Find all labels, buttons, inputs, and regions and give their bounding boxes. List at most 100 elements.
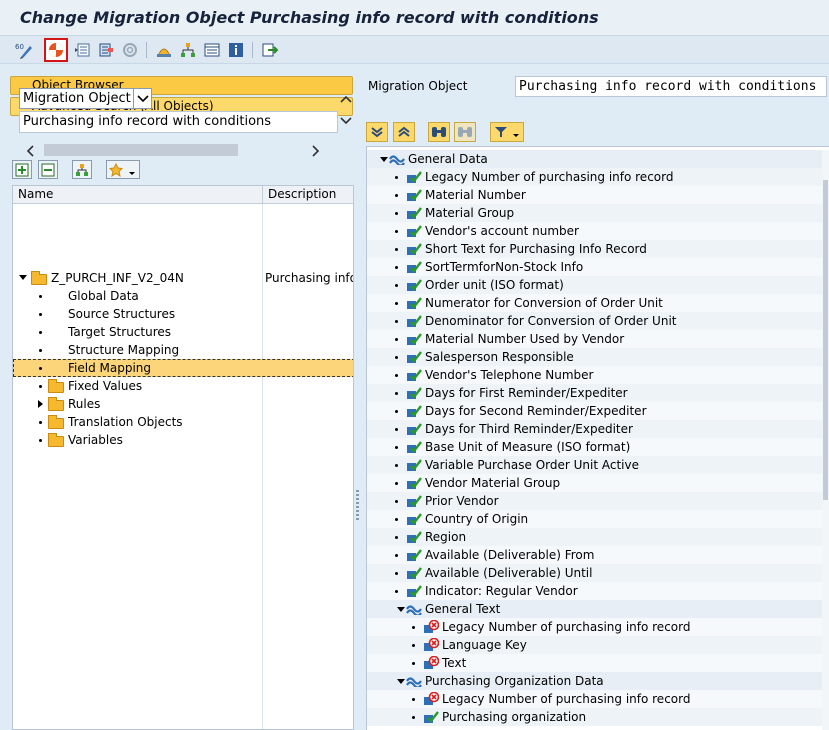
tree-node-label: Days for First Reminder/Expediter xyxy=(425,386,628,400)
vertical-scrollbar[interactable] xyxy=(822,150,829,730)
search-type-value: Migration Object xyxy=(23,91,131,106)
folder-icon xyxy=(48,379,64,393)
tree-icon[interactable] xyxy=(178,40,198,60)
tree-item-label: Target Structures xyxy=(68,325,172,339)
tree-row-source-structures[interactable]: Source Structures xyxy=(13,305,353,323)
tree-row-target-structures[interactable]: Target Structures xyxy=(13,323,353,341)
tree-root-label: Z_PURCH_INF_V2_04N xyxy=(51,271,184,285)
mapping-icon[interactable] xyxy=(96,40,116,60)
filter-icon[interactable] xyxy=(490,122,524,142)
scrollbar-thumb[interactable] xyxy=(44,144,238,156)
bullet-icon xyxy=(395,518,398,521)
tree-root-description: Purchasing info r xyxy=(265,271,353,285)
tree-row-translation-objects[interactable]: Translation Objects xyxy=(13,413,353,431)
column-header-name[interactable]: Name xyxy=(13,186,263,204)
tree-node-label: Purchasing Organization Data xyxy=(425,674,604,688)
expand-arrow-icon[interactable] xyxy=(397,679,405,684)
scroll-up-icon[interactable] xyxy=(340,92,352,106)
collapse-all-icon[interactable] xyxy=(38,160,58,179)
structure-icon[interactable] xyxy=(72,40,92,60)
horizontal-scrollbar[interactable] xyxy=(20,143,330,157)
rule-icon[interactable] xyxy=(120,40,140,60)
splitter-grip-icon[interactable] xyxy=(356,490,359,520)
display-change-icon[interactable]: 60 xyxy=(14,40,34,60)
tree-row-global-data[interactable]: Global Data xyxy=(13,287,353,305)
bullet-icon xyxy=(412,716,415,719)
info-icon[interactable] xyxy=(226,40,246,60)
tree-node-label: Order unit (ISO format) xyxy=(425,278,564,292)
tree-row-field-mapping[interactable]: Field Mapping xyxy=(13,359,353,377)
search-type-dropdown[interactable]: Migration Object xyxy=(19,88,152,109)
bullet-icon xyxy=(395,410,398,413)
tree-node-label: Short Text for Purchasing Info Record xyxy=(425,242,647,256)
export-icon[interactable] xyxy=(260,40,280,60)
chevron-down-icon[interactable] xyxy=(133,89,151,108)
pane-splitter[interactable] xyxy=(354,64,362,730)
object-hierarchy-icon[interactable] xyxy=(154,40,174,60)
tree-node-label: Language Key xyxy=(442,638,527,652)
tree-node-label: Legacy Number of purchasing info record xyxy=(442,692,691,706)
expand-arrow-icon[interactable] xyxy=(19,275,27,280)
bullet-icon xyxy=(39,313,42,316)
bullet-icon xyxy=(395,464,398,467)
scroll-left-icon[interactable] xyxy=(26,145,34,157)
tree-row-rules[interactable]: Rules xyxy=(13,395,353,413)
title-bar: Change Migration Object Purchasing info … xyxy=(0,0,829,36)
tree-row-structure-mapping[interactable]: Structure Mapping xyxy=(13,341,353,359)
tree-item-label: Structure Mapping xyxy=(68,343,180,357)
bullet-icon xyxy=(412,644,415,647)
bullet-icon xyxy=(395,284,398,287)
scroll-down-icon[interactable] xyxy=(340,114,352,128)
scroll-right-icon[interactable] xyxy=(312,145,320,157)
field-mapped-icon xyxy=(423,710,439,729)
search-value-field[interactable]: Purchasing info record with conditions xyxy=(19,111,338,133)
tree-node-label: Base Unit of Measure (ISO format) xyxy=(425,440,631,454)
tree-node-label: Vendor Material Group xyxy=(425,476,561,490)
hierarchy-icon[interactable] xyxy=(72,160,92,179)
tree-node-label: Available (Deliverable) Until xyxy=(425,566,593,580)
tree-node-label: Vendor's account number xyxy=(425,224,579,238)
tree-node-label: Prior Vendor xyxy=(425,494,499,508)
expand-arrow-icon[interactable] xyxy=(380,157,388,162)
bullet-icon xyxy=(39,331,42,334)
bullet-icon xyxy=(395,266,398,269)
tree-row-variables[interactable]: Variables xyxy=(13,431,353,449)
bullet-icon xyxy=(395,482,398,485)
bullet-icon xyxy=(395,374,398,377)
tree-node-label: Vendor's Telephone Number xyxy=(425,368,594,382)
bullet-icon xyxy=(395,392,398,395)
scrollbar-thumb[interactable] xyxy=(823,180,828,500)
tree-node-label: Denominator for Conversion of Order Unit xyxy=(425,314,677,328)
column-header-description[interactable]: Description xyxy=(264,186,336,204)
tree-row-root[interactable]: Z_PURCH_INF_V2_04N Purchasing info r xyxy=(13,269,353,287)
favorites-icon[interactable] xyxy=(106,160,140,179)
expand-all-icon[interactable] xyxy=(12,160,32,179)
generate-icon[interactable] xyxy=(44,38,68,62)
collapse-node-icon[interactable] xyxy=(393,122,415,142)
tree-row-fixed-values[interactable]: Fixed Values xyxy=(13,377,353,395)
bullet-icon xyxy=(395,356,398,359)
bullet-icon xyxy=(395,428,398,431)
tree-node-label: Legacy Number of purchasing info record xyxy=(442,620,691,634)
migration-object-field[interactable]: Purchasing info record with conditions xyxy=(515,76,827,97)
bullet-icon xyxy=(395,446,398,449)
expand-node-icon[interactable] xyxy=(366,122,388,142)
find-next-icon[interactable] xyxy=(454,122,476,142)
tree-item-label: Variables xyxy=(68,433,123,447)
bullet-icon xyxy=(39,385,42,388)
tree-node-label: Salesperson Responsible xyxy=(425,350,574,364)
tree-item-label: Global Data xyxy=(68,289,139,303)
bullet-icon xyxy=(412,662,415,665)
bullet-icon xyxy=(39,439,42,442)
tree-header: Name Description xyxy=(13,186,353,204)
tree-item-label: Translation Objects xyxy=(68,415,183,429)
bullet-icon xyxy=(395,194,398,197)
expand-arrow-icon[interactable] xyxy=(38,400,43,408)
find-icon[interactable] xyxy=(428,122,450,142)
expand-arrow-icon[interactable] xyxy=(397,607,405,612)
bullet-icon xyxy=(412,698,415,701)
bullet-icon xyxy=(395,320,398,323)
bullet-icon xyxy=(395,248,398,251)
list-icon[interactable] xyxy=(202,40,222,60)
tree-item-label: Rules xyxy=(68,397,101,411)
